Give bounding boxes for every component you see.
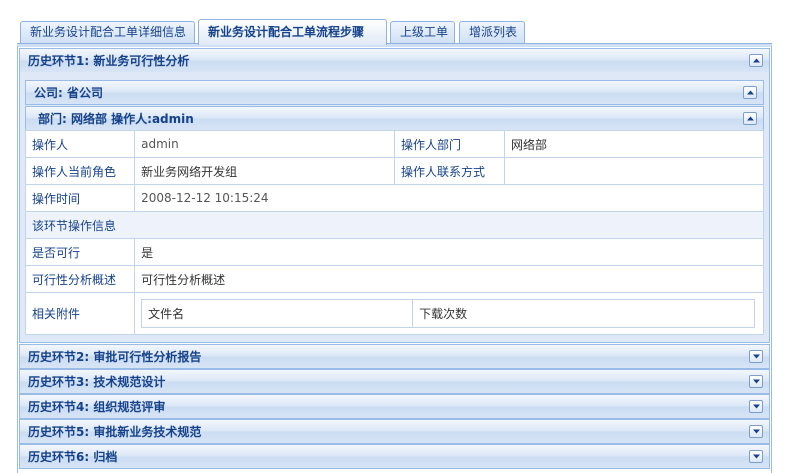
time-value: 2008-12-12 10:15:24: [134, 184, 764, 212]
expand-icon[interactable]: [749, 400, 763, 413]
contact-value: [504, 157, 764, 185]
history-step-3-title: 历史环节3: 技术规范设计: [28, 375, 166, 389]
company-title: 公司: 省公司: [34, 86, 103, 100]
company-panel-header[interactable]: 公司: 省公司: [25, 80, 764, 105]
summary-label: 可行性分析概述: [24, 265, 136, 293]
operator-value: admin: [134, 130, 396, 158]
table-row: 操作时间 2008-12-12 10:15:24: [24, 184, 764, 212]
attachments-table: 文件名 下载次数: [141, 299, 756, 328]
history-step-1-header[interactable]: 历史环节1: 新业务可行性分析: [19, 48, 770, 73]
history-step-2-header[interactable]: 历史环节2: 审批可行性分析报告: [19, 344, 770, 369]
expand-icon[interactable]: [749, 375, 763, 388]
department-title: 部门: 网络部 操作人:admin: [38, 112, 194, 126]
step-info-heading: 该环节操作信息: [25, 211, 764, 239]
history-step-3-header[interactable]: 历史环节3: 技术规范设计: [19, 369, 770, 394]
history-step-1-title: 历史环节1: 新业务可行性分析: [28, 54, 190, 68]
expand-icon[interactable]: [749, 450, 763, 463]
summary-value: 可行性分析概述: [134, 265, 764, 293]
operator-dept-value: 网络部: [504, 130, 764, 158]
feasible-value: 是: [134, 238, 764, 266]
history-step-2-title: 历史环节2: 审批可行性分析报告: [28, 350, 202, 364]
expand-icon[interactable]: [749, 425, 763, 438]
operation-details-table: 操作人 admin 操作人部门 网络部 操作人当前角色 新业务网络开发组 操作人…: [24, 130, 764, 335]
tab-dispatch-list[interactable]: 增派列表: [459, 21, 525, 44]
tab-parent-order[interactable]: 上级工单: [390, 21, 455, 44]
time-label: 操作时间: [24, 184, 136, 212]
attach-col-downloads: 下载次数: [412, 299, 756, 328]
collapse-icon[interactable]: [743, 86, 757, 99]
expand-icon[interactable]: [749, 350, 763, 363]
tab-bar: 新业务设计配合工单详细信息 新业务设计配合工单流程步骤 上级工单 增派列表: [0, 0, 788, 45]
table-row: 操作人 admin 操作人部门 网络部: [24, 130, 764, 158]
operator-label: 操作人: [24, 130, 136, 158]
contact-label: 操作人联系方式: [394, 157, 506, 185]
history-step-5-header[interactable]: 历史环节5: 审批新业务技术规范: [19, 419, 770, 444]
history-step-4-header[interactable]: 历史环节4: 组织规范评审: [19, 394, 770, 419]
collapse-icon[interactable]: [749, 54, 763, 67]
tab-process-steps[interactable]: 新业务设计配合工单流程步骤: [198, 19, 387, 45]
tab-work-order-details[interactable]: 新业务设计配合工单详细信息: [20, 21, 195, 44]
table-row: 是否可行 是: [24, 238, 764, 266]
table-row: 该环节操作信息: [25, 211, 764, 239]
role-value: 新业务网络开发组: [134, 157, 396, 185]
operator-dept-label: 操作人部门: [394, 130, 506, 158]
attachments-cell: 文件名 下载次数: [134, 292, 764, 335]
table-row: 可行性分析概述 可行性分析概述: [24, 265, 764, 293]
table-row: 相关附件 文件名 下载次数: [24, 292, 764, 335]
history-step-5-title: 历史环节5: 审批新业务技术规范: [28, 425, 202, 439]
table-row: 操作人当前角色 新业务网络开发组 操作人联系方式: [24, 157, 764, 185]
history-step-6-title: 历史环节6: 归档: [28, 450, 118, 464]
attach-col-filename: 文件名: [141, 299, 414, 328]
collapse-icon[interactable]: [743, 112, 757, 125]
department-panel-header[interactable]: 部门: 网络部 操作人:admin: [25, 106, 764, 131]
history-step-4-title: 历史环节4: 组织规范评审: [28, 400, 166, 414]
role-label: 操作人当前角色: [24, 157, 136, 185]
feasible-label: 是否可行: [24, 238, 136, 266]
history-step-6-header[interactable]: 历史环节6: 归档: [19, 444, 770, 469]
attachments-label: 相关附件: [24, 292, 136, 335]
table-row: 文件名 下载次数: [141, 299, 756, 328]
